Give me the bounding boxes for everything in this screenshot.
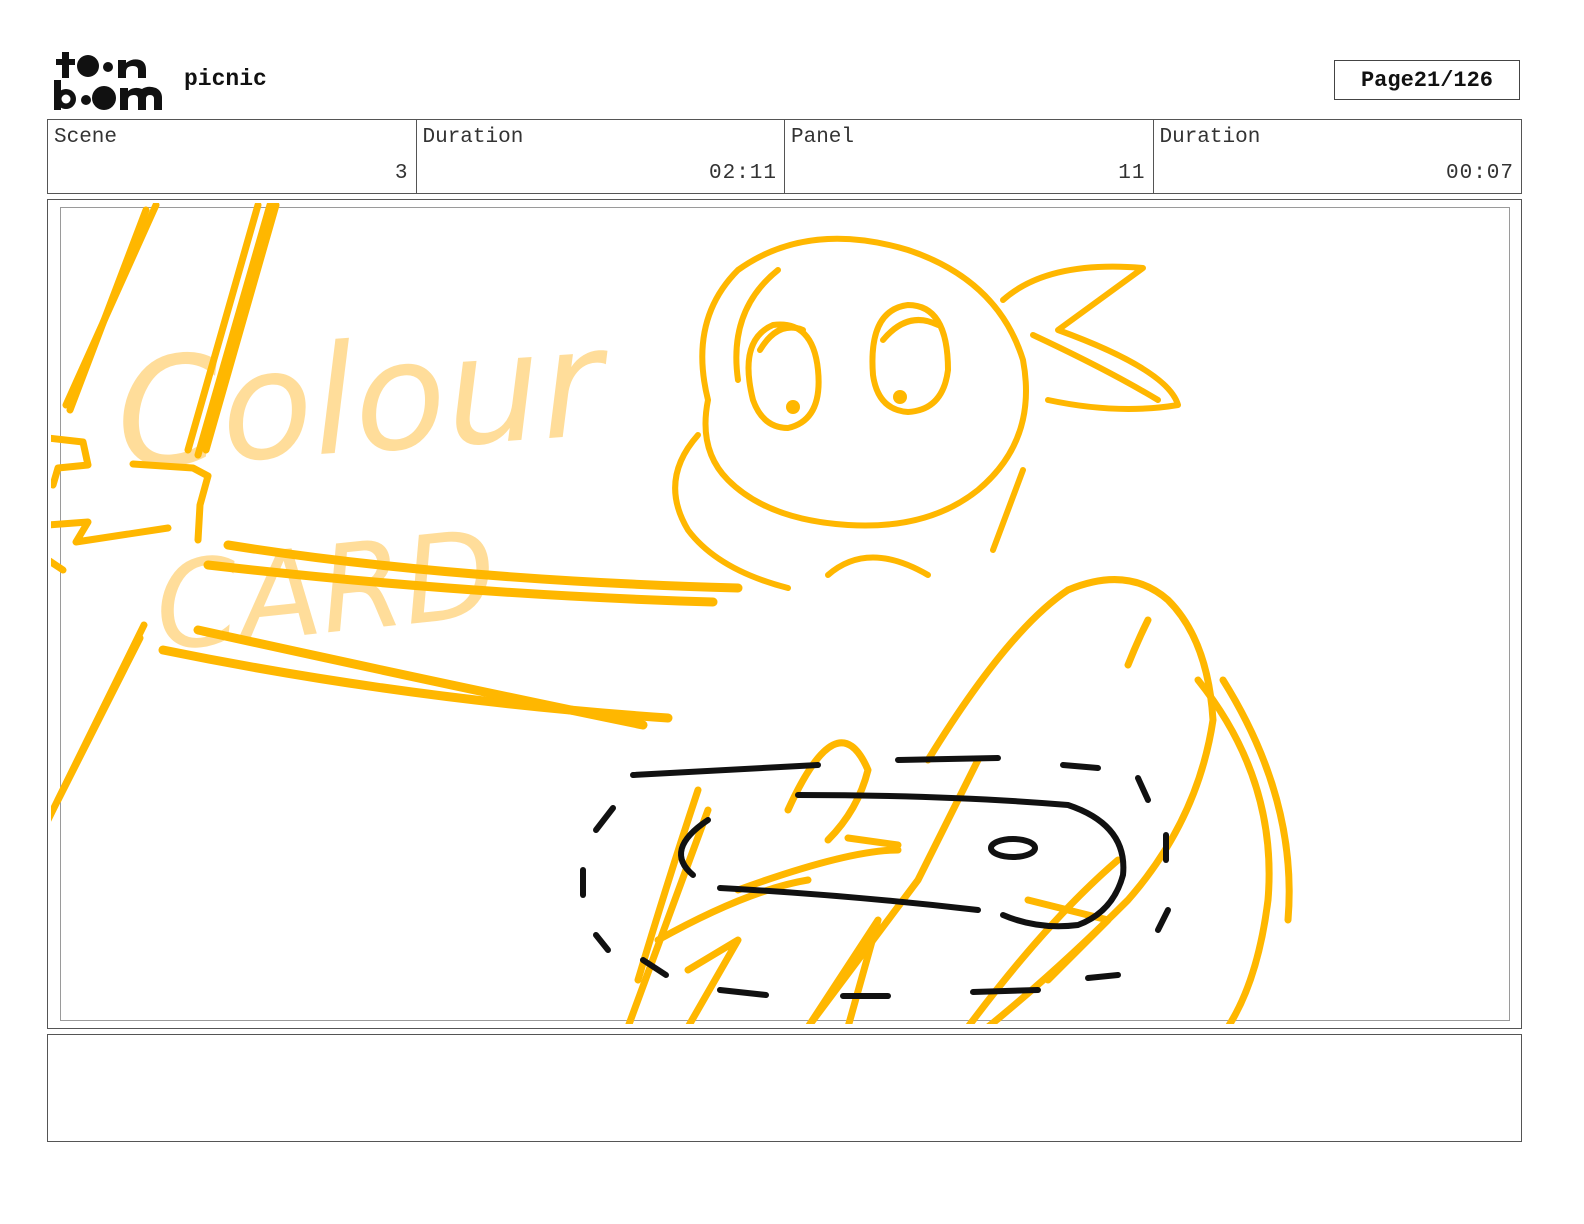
pole-strokes (51, 203, 280, 822)
scene-label: Scene (54, 126, 118, 149)
page-label: Page (1360, 67, 1414, 93)
panel-duration-cell: Duration 00:07 (1154, 120, 1522, 193)
scene-info-table: Scene 3 Duration 02:11 Panel 11 Duration… (47, 119, 1522, 194)
right-pupil (893, 390, 907, 404)
storyboard-panel: Colour CARD (47, 199, 1522, 1029)
scene-duration-value: 02:11 (708, 162, 777, 185)
character-body (625, 576, 1293, 1024)
page-number: 21/126 (1413, 67, 1494, 93)
panel-cell: Panel 11 (785, 120, 1154, 193)
project-title: picnic (184, 66, 267, 92)
panel-sketch: Colour CARD (51, 203, 1293, 1024)
panel-value: 11 (1118, 162, 1146, 185)
panel-duration-value: 00:07 (1445, 162, 1514, 185)
sketch-text-colour: Colour (110, 296, 616, 504)
panel-notes-box[interactable] (47, 1034, 1522, 1142)
scene-duration-cell: Duration 02:11 (417, 120, 785, 193)
panel-duration-label: Duration (1159, 126, 1261, 149)
scene-duration-label: Duration (422, 126, 524, 149)
scene-cell: Scene 3 (48, 120, 417, 193)
toon-boom-logo (52, 50, 164, 112)
page-indicator: Page 21/126 (1334, 60, 1520, 100)
scene-value: 3 (394, 162, 409, 185)
panel-label: Panel (791, 126, 855, 149)
colour-card-sketch: Colour CARD (110, 296, 616, 679)
character-head (672, 235, 1181, 591)
left-pupil (786, 400, 800, 414)
